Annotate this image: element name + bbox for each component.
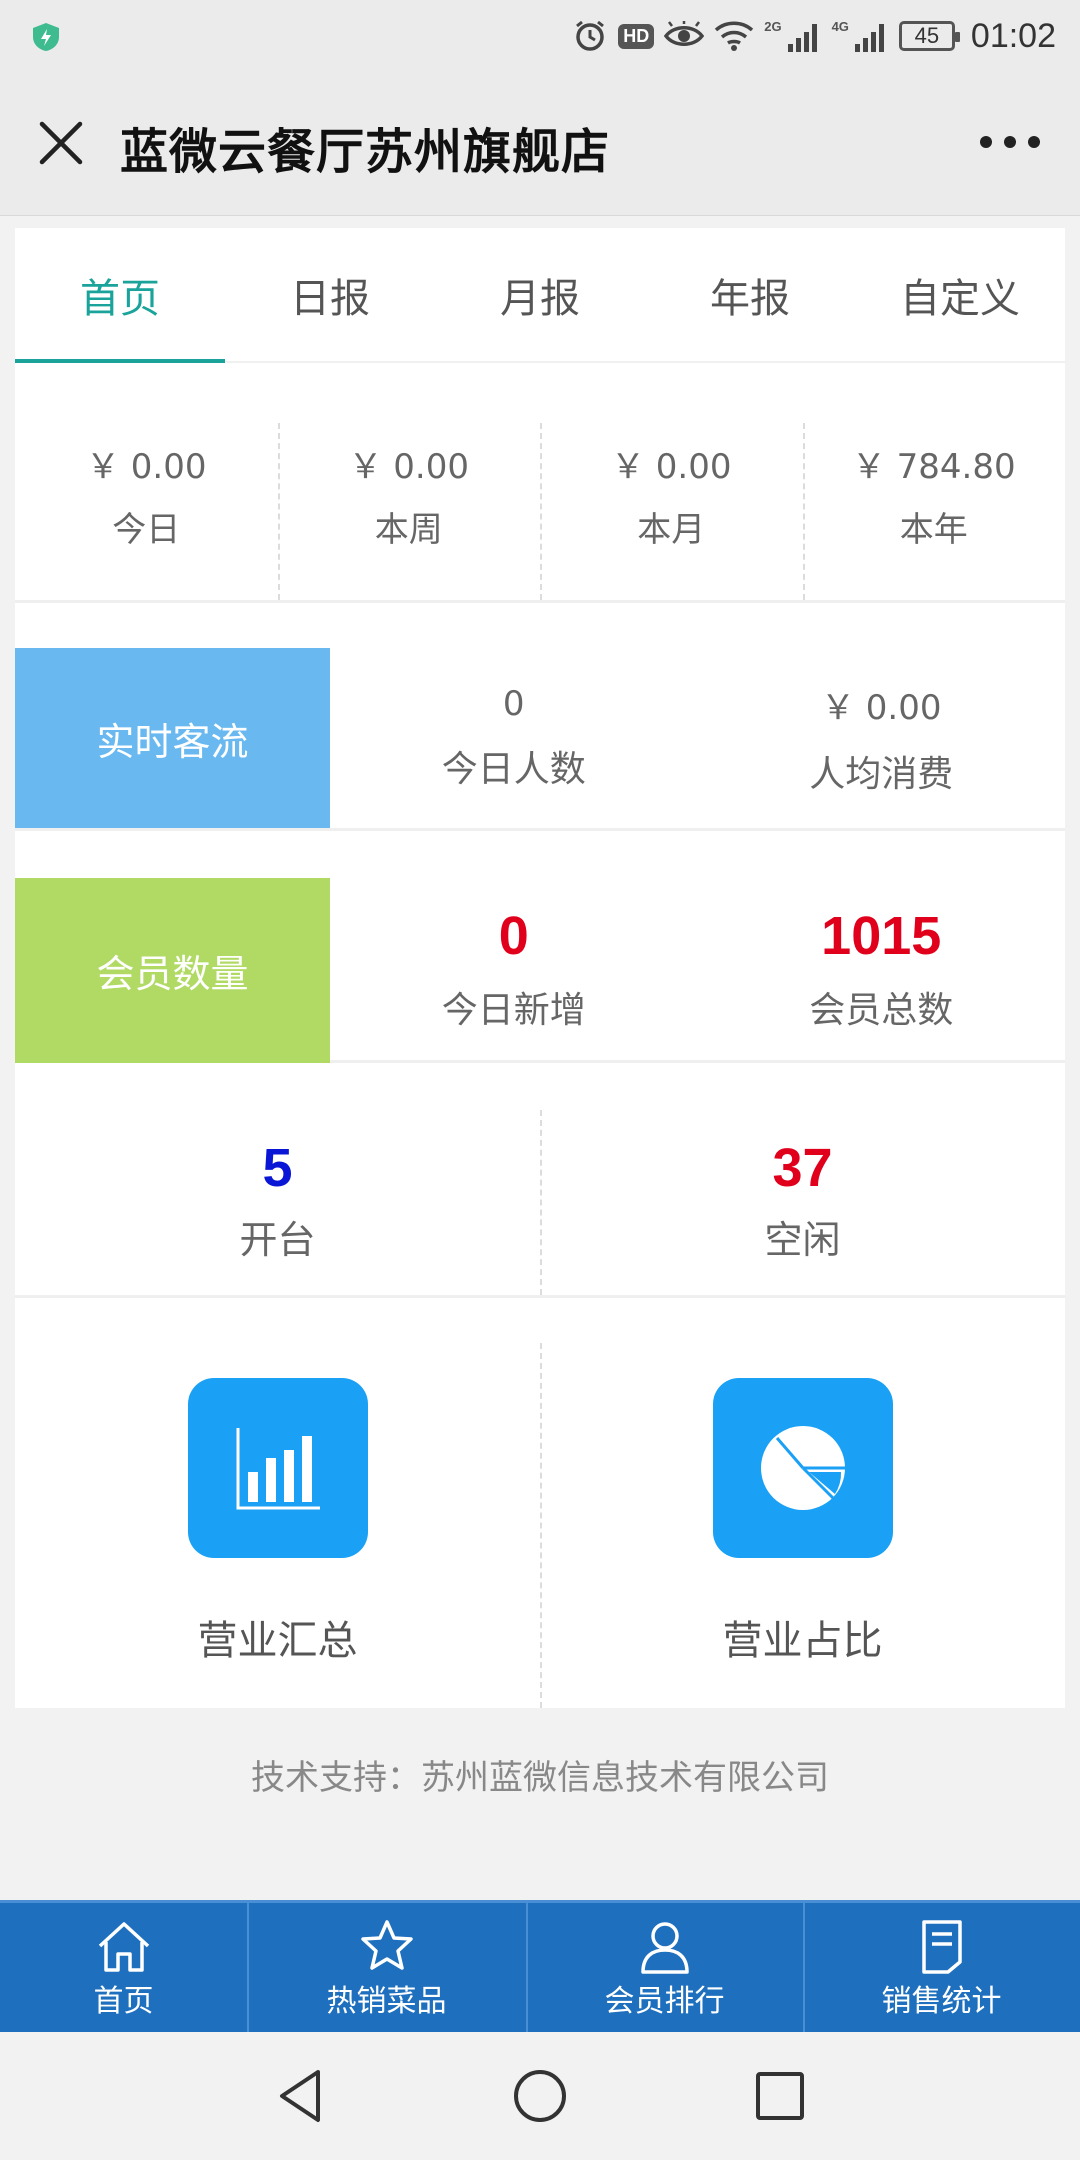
document-icon — [921, 1919, 962, 1974]
more-menu-icon[interactable] — [980, 132, 1040, 152]
tab-home[interactable]: 首页 — [15, 228, 225, 363]
back-icon[interactable] — [270, 2064, 334, 2128]
signal-icon — [787, 24, 817, 52]
network-4g-label: 4G — [831, 18, 849, 34]
bottom-nav-member-ranking-label: 会员排行 — [604, 1983, 725, 2019]
revenue-value: ￥ 0.00 — [610, 446, 732, 487]
customer-flow-row: 实时客流 0 今日人数 ￥ 0.00 人均消费 — [15, 603, 1065, 831]
bottom-nav-hot-dishes-label: 热销菜品 — [326, 1983, 447, 2019]
tab-daily[interactable]: 日报 — [225, 228, 435, 361]
idle-tables: 37 空闲 — [540, 1063, 1065, 1295]
status-bar: HD 2G 4G 45 01:02 — [0, 0, 1080, 72]
business-summary-entry[interactable]: 营业汇总 — [15, 1298, 540, 1708]
average-spend: ￥ 0.00 人均消费 — [698, 603, 1066, 828]
bottom-nav-sales-stats[interactable]: 销售统计 — [803, 1903, 1080, 2032]
home-icon — [98, 1921, 149, 1972]
customer-flow-label: 实时客流 — [15, 648, 330, 828]
open-tables-label: 开台 — [239, 1217, 316, 1262]
table-status: 5 开台 37 空闲 — [15, 1063, 1065, 1298]
revenue-month: ￥ 0.00 本月 — [540, 363, 803, 600]
today-visitors-value: 0 — [502, 684, 525, 724]
shield-icon — [33, 23, 59, 51]
new-members-today: 0 今日新增 — [330, 831, 698, 1060]
hd-icon: HD — [618, 23, 655, 49]
tech-support-note: 技术支持：苏州蓝微信息技术有限公司 — [251, 1758, 829, 1798]
user-icon — [640, 1921, 689, 1974]
new-members-label: 今日新增 — [441, 990, 586, 1031]
member-count-row: 会员数量 0 今日新增 1015 会员总数 — [15, 831, 1065, 1063]
tab-monthly[interactable]: 月报 — [435, 228, 645, 361]
page-title: 蓝微云餐厅苏州旗舰店 — [120, 124, 611, 180]
average-spend-label: 人均消费 — [809, 753, 954, 795]
business-ratio-entry[interactable]: 营业占比 — [540, 1298, 1065, 1708]
open-tables: 5 开台 — [15, 1063, 540, 1295]
open-tables-value: 5 — [262, 1137, 293, 1198]
alarm-icon — [576, 20, 605, 51]
total-members: 1015 会员总数 — [698, 831, 1066, 1060]
new-members-value: 0 — [498, 906, 529, 966]
revenue-week: ￥ 0.00 本周 — [277, 363, 541, 600]
today-visitors-label: 今日人数 — [441, 749, 586, 790]
wifi-icon — [715, 21, 754, 51]
member-count-label: 会员数量 — [15, 878, 330, 1063]
pie-chart-icon[interactable] — [712, 1378, 893, 1558]
total-members-label: 会员总数 — [809, 990, 954, 1031]
status-icons: HD 2G 4G 45 01:02 — [572, 14, 1056, 58]
revenue-value: ￥ 784.80 — [851, 446, 1016, 487]
recents-icon[interactable] — [748, 2064, 812, 2128]
tab-custom[interactable]: 自定义 — [855, 228, 1065, 361]
bottom-nav-hot-dishes[interactable]: 热销菜品 — [247, 1903, 526, 2032]
report-entries: 营业汇总 营业占比 — [15, 1298, 1065, 1708]
revenue-label: 本月 — [637, 509, 706, 550]
idle-tables-value: 37 — [772, 1137, 833, 1198]
eye-icon — [664, 21, 705, 46]
total-members-value: 1015 — [821, 906, 942, 966]
business-ratio-label[interactable]: 营业占比 — [723, 1608, 883, 1666]
revenue-summary: ￥ 0.00 今日 ￥ 0.00 本周 ￥ 0.00 本月 ￥ 784.80 本… — [15, 363, 1065, 603]
signal-icon — [854, 24, 884, 52]
battery-icon: 45 — [898, 21, 960, 51]
revenue-label: 本周 — [374, 509, 443, 550]
bottom-nav: 首页 热销菜品 会员排行 销售统计 — [0, 1900, 1080, 2032]
business-summary-label[interactable]: 营业汇总 — [198, 1608, 358, 1666]
revenue-label: 今日 — [112, 509, 181, 550]
tab-yearly[interactable]: 年报 — [645, 228, 855, 361]
bottom-nav-member-ranking[interactable]: 会员排行 — [526, 1903, 803, 2032]
system-nav-bar — [0, 2032, 1080, 2160]
revenue-year: ￥ 784.80 本年 — [802, 363, 1066, 600]
battery-level: 45 — [914, 23, 940, 48]
home-circle-icon[interactable] — [508, 2064, 572, 2128]
revenue-label: 本年 — [899, 509, 968, 550]
star-icon — [360, 1919, 413, 1970]
title-bar: 蓝微云餐厅苏州旗舰店 — [0, 72, 1080, 216]
main-content: 首页 日报 月报 年报 自定义 ￥ 0.00 今日 ￥ 0.00 本周 ￥ 0.… — [15, 228, 1065, 1708]
idle-tables-label: 空闲 — [764, 1217, 841, 1262]
bottom-nav-home-label: 首页 — [93, 1983, 154, 2019]
report-tabs: 首页 日报 月报 年报 自定义 — [15, 228, 1065, 363]
network-2g-label: 2G — [764, 18, 782, 34]
revenue-value: ￥ 0.00 — [85, 446, 207, 487]
clock: 01:02 — [970, 16, 1056, 55]
bottom-nav-home[interactable]: 首页 — [0, 1903, 247, 2032]
revenue-today: ￥ 0.00 今日 — [15, 363, 278, 600]
average-spend-value: ￥ 0.00 — [820, 687, 942, 728]
bar-chart-icon[interactable] — [187, 1378, 368, 1558]
today-visitors: 0 今日人数 — [330, 603, 698, 828]
close-icon[interactable] — [38, 120, 84, 166]
bottom-nav-sales-stats-label: 销售统计 — [881, 1983, 1002, 2019]
revenue-value: ￥ 0.00 — [348, 446, 469, 487]
